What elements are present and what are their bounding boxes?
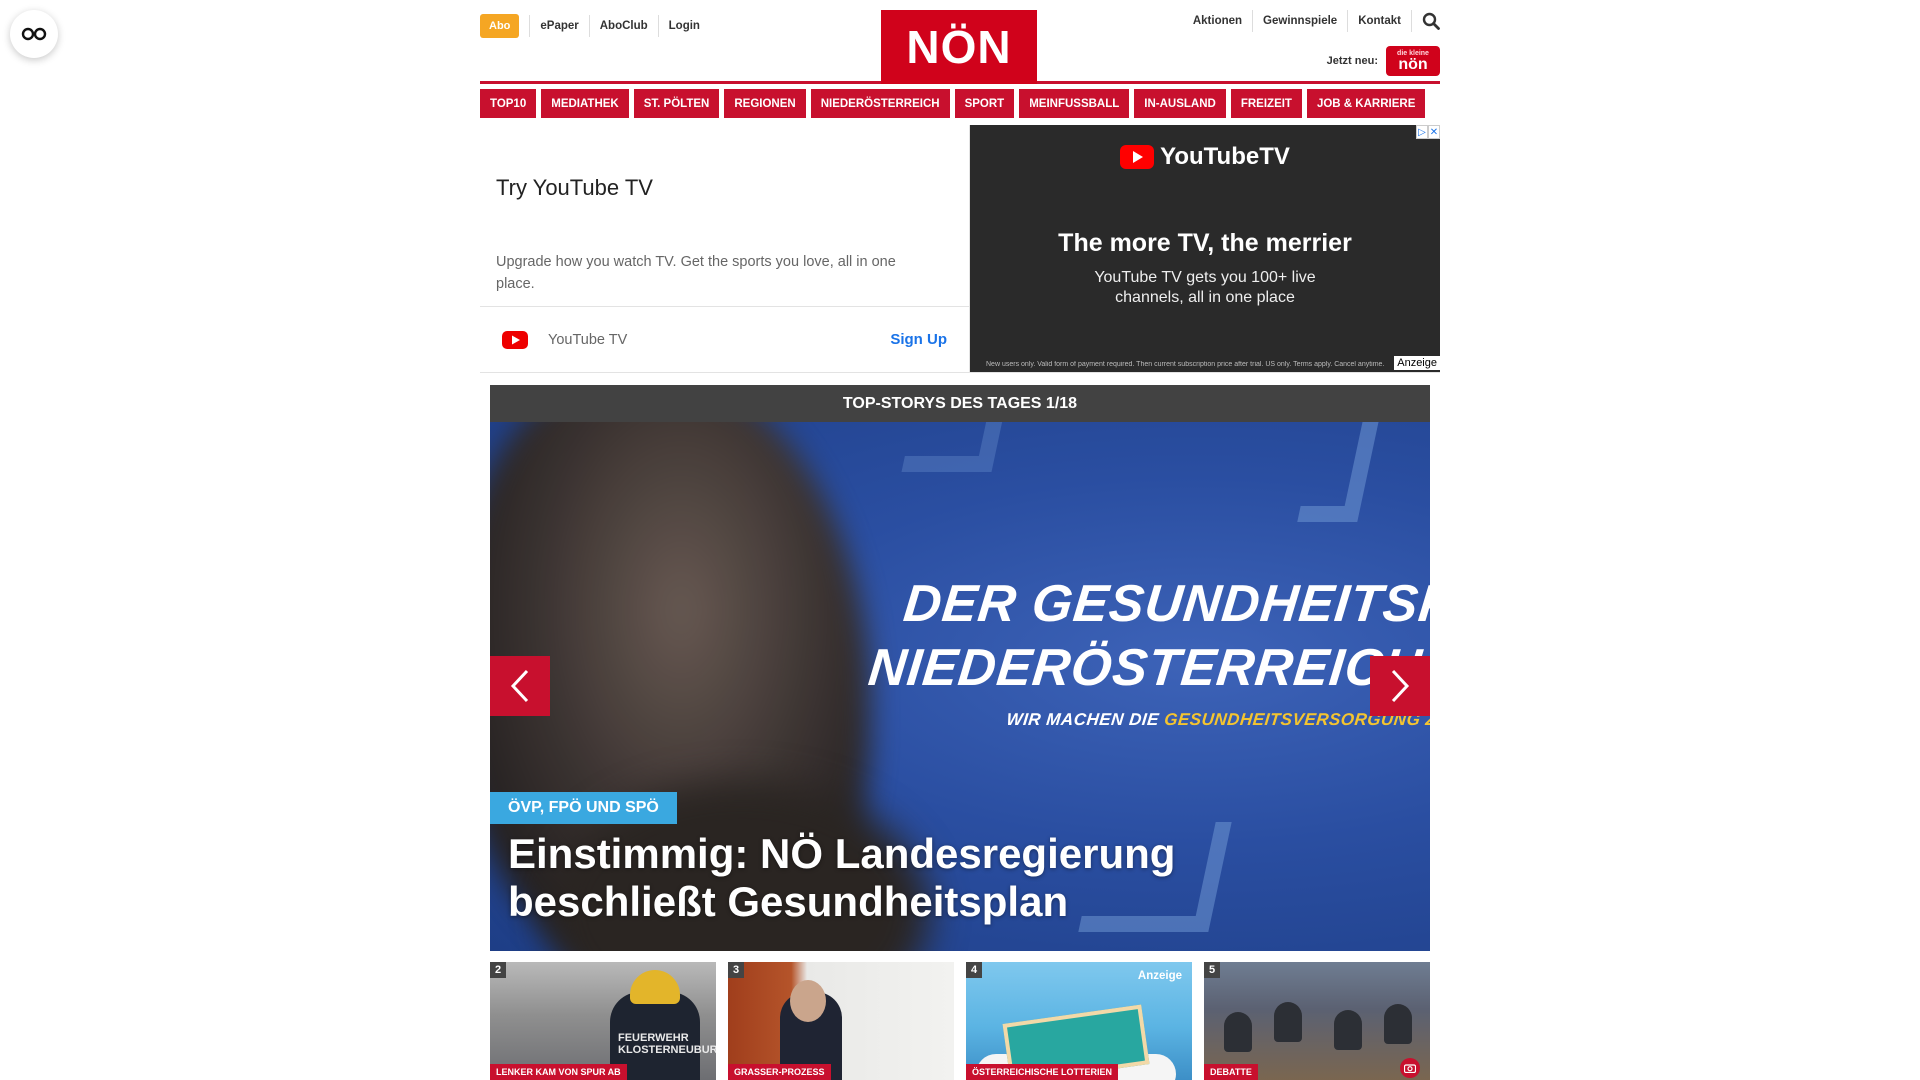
carousel-prev-button[interactable]	[490, 656, 550, 716]
slide-decoration	[901, 422, 1009, 472]
nav-item-meinfussball[interactable]: MEINFUSSBALL	[1019, 89, 1130, 118]
carousel-title: TOP-STORYS DES TAGES 1/18	[490, 385, 1430, 422]
aboclub-link[interactable]: AboClub	[588, 15, 658, 37]
nav-item-st-poelten[interactable]: ST. PÖLTEN	[633, 89, 720, 118]
site-logo[interactable]: NÖN	[881, 10, 1037, 84]
story-headline[interactable]: Einstimmig: NÖ Landesregierung beschließ…	[508, 830, 1175, 926]
chevron-left-icon	[510, 669, 529, 703]
ad-banner-headline: The more TV, the merrier	[1058, 229, 1352, 257]
camera-icon	[1400, 1058, 1420, 1078]
nav-item-top10[interactable]: TOP10	[480, 89, 537, 118]
jetzt-neu-promo: Jetzt neu: die kleine nön	[1327, 46, 1440, 76]
ad-banner-brand: YouTubeTV	[970, 143, 1440, 171]
ad-close-icon[interactable]: ✕	[1428, 125, 1440, 139]
search-button[interactable]	[1411, 10, 1440, 32]
ad-banner-fine-print: New users only. Valid form of payment re…	[986, 361, 1385, 368]
top-stories-carousel: TOP-STORYS DES TAGES 1/18 DER GESUNDHEIT…	[490, 385, 1430, 951]
thumbnail-number: 3	[728, 962, 745, 978]
thumbnail-photo-head	[790, 980, 826, 1022]
thumbnail-label: ÖSTERREICHISCHE LOTTERIEN	[966, 1064, 1119, 1080]
story-thumbnail[interactable]: 4 Anzeige ÖSTERREICHISCHE LOTTERIEN	[966, 962, 1192, 1080]
jetzt-neu-label: Jetzt neu:	[1326, 55, 1378, 67]
search-icon	[1422, 12, 1440, 30]
ad-info-icon[interactable]: ▷	[1416, 125, 1428, 139]
slide-decoration	[1297, 422, 1383, 522]
story-headline-line-2: beschließt Gesundheitsplan	[508, 878, 1069, 925]
site-header: Abo ePaper AboClub Login NÖN Aktionen Ge…	[480, 0, 1440, 84]
slide-poster-text: DER GESUNDHEITSPLAN NIEDERÖSTERREICH. WI…	[861, 572, 1430, 740]
carousel-slide[interactable]: DER GESUNDHEITSPLAN NIEDERÖSTERREICH. WI…	[490, 422, 1430, 951]
kleine-noen-badge-main: nön	[1398, 55, 1428, 73]
nav-item-freizeit[interactable]: FREIZEIT	[1230, 89, 1302, 118]
thumbnail-label: LENKER KAM VON SPUR AB	[490, 1064, 627, 1080]
story-thumbnail[interactable]: 3 GRASSER-PROZESS	[728, 962, 954, 1080]
ad-banner[interactable]: ▷ ✕ YouTubeTV The more TV, the merrier Y…	[970, 125, 1440, 372]
main-navigation: TOP10 MEDIATHEK ST. PÖLTEN REGIONEN NIED…	[480, 89, 1440, 118]
kleine-noen-badge[interactable]: die kleine nön	[1386, 46, 1440, 76]
poster-line-3: WIR MACHEN DIE GESUNDHEITSVERSORGUNG ZUK…	[861, 700, 1430, 740]
reader-widget-button[interactable]	[10, 10, 58, 58]
story-kicker[interactable]: ÖVP, FPÖ UND SPÖ	[490, 792, 677, 824]
ad-text-panel[interactable]: Try YouTube TV Upgrade how you watch TV.…	[480, 125, 970, 372]
thumbnail-number: 5	[1204, 962, 1221, 978]
nav-item-sport[interactable]: SPORT	[954, 89, 1015, 118]
poster-line-1: DER GESUNDHEITSPLAN	[900, 575, 1430, 633]
thumbnail-number: 4	[966, 962, 983, 978]
thumbnail-photo-helmet	[630, 970, 680, 1004]
header-left-links: Abo ePaper AboClub Login	[480, 14, 710, 38]
page-container: Abo ePaper AboClub Login NÖN Aktionen Ge…	[480, 0, 1440, 373]
thumbnail-photo-text: FEUERWEHR KLOSTERNEUBURG	[618, 1032, 716, 1056]
advertisement: Try YouTube TV Upgrade how you watch TV.…	[480, 125, 1440, 373]
chevron-right-icon	[1391, 669, 1410, 703]
thumbnail-photo-person	[1384, 1004, 1412, 1044]
youtube-play-icon	[502, 330, 528, 349]
carousel-next-button[interactable]	[1370, 656, 1430, 716]
header-right-links: Aktionen Gewinnspiele Kontakt	[1183, 10, 1440, 32]
nav-item-in-ausland[interactable]: IN-AUSLAND	[1134, 89, 1226, 118]
nav-item-niederoesterreich[interactable]: NIEDERÖSTERREICH	[810, 89, 950, 118]
story-thumbnail[interactable]: FEUERWEHR KLOSTERNEUBURG 2 LENKER KAM VO…	[490, 962, 716, 1080]
ad-signup-button[interactable]: Sign Up	[890, 331, 947, 348]
ad-description: Upgrade how you watch TV. Get the sports…	[496, 254, 896, 292]
epaper-link[interactable]: ePaper	[529, 15, 588, 37]
ad-title: Try YouTube TV	[496, 175, 653, 200]
youtube-play-icon	[1120, 145, 1155, 169]
aktionen-link[interactable]: Aktionen	[1183, 10, 1252, 32]
thumbnail-photo-person	[1274, 1002, 1302, 1042]
thumbnail-label: GRASSER-PROZESS	[728, 1064, 831, 1080]
poster-line-3-prefix: WIR MACHEN DIE	[1005, 710, 1161, 729]
nav-item-regionen[interactable]: REGIONEN	[724, 89, 806, 118]
poster-line-2: NIEDERÖSTERREICH.	[865, 639, 1430, 697]
story-headline-line-1: Einstimmig: NÖ Landesregierung	[508, 830, 1176, 877]
gewinnspiele-link[interactable]: Gewinnspiele	[1252, 10, 1347, 32]
nav-item-job-karriere[interactable]: JOB & KARRIERE	[1306, 89, 1426, 118]
login-link[interactable]: Login	[657, 15, 710, 37]
ad-anzeige-label: Anzeige	[1394, 356, 1440, 370]
ad-banner-brand-text: YouTubeTV	[1160, 143, 1290, 170]
ad-banner-subtext: YouTube TV gets you 100+ live channels, …	[1094, 269, 1316, 306]
thumbnail-photo-person	[1334, 1010, 1362, 1050]
ad-brand-name: YouTube TV	[548, 331, 628, 348]
thumbnail-anzeige-label: Anzeige	[1137, 970, 1182, 982]
thumbnail-number: 2	[490, 962, 507, 978]
thumbnail-label: DEBATTE	[1204, 1064, 1258, 1080]
story-thumbnails: FEUERWEHR KLOSTERNEUBURG 2 LENKER KAM VO…	[490, 962, 1430, 1080]
thumbnail-photo-person	[1224, 1012, 1252, 1052]
story-thumbnail[interactable]: 5 DEBATTE	[1204, 962, 1430, 1080]
ad-choices[interactable]: ▷ ✕	[1416, 125, 1440, 139]
ad-footer: YouTube TV Sign Up	[480, 306, 969, 372]
kontakt-link[interactable]: Kontakt	[1347, 10, 1411, 32]
nav-item-mediathek[interactable]: MEDIATHEK	[541, 89, 629, 118]
abo-button[interactable]: Abo	[480, 14, 520, 38]
glasses-icon	[21, 27, 47, 41]
